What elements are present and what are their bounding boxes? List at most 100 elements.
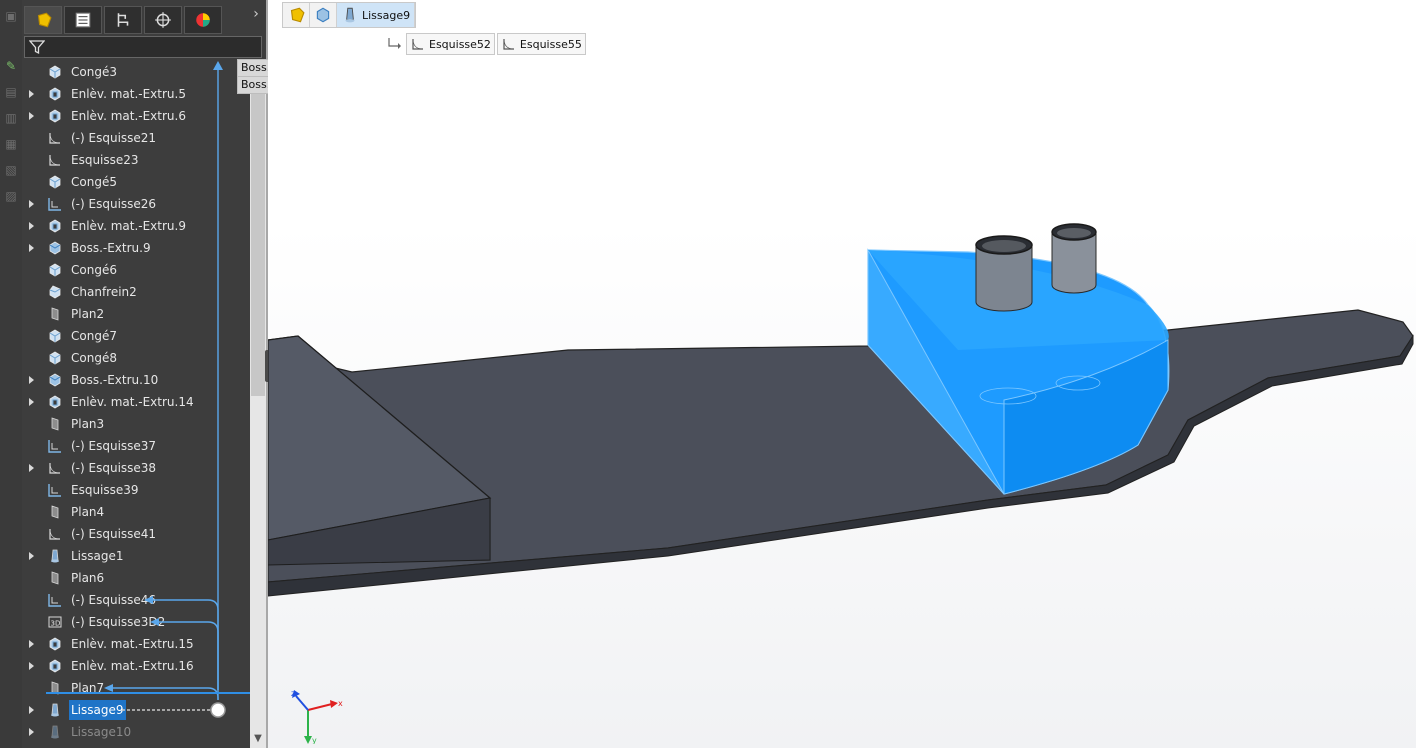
tree-item[interactable]: (-) Esquisse21 [22, 127, 250, 149]
tree-item[interactable]: Congé5 [22, 171, 250, 193]
sketch-icon [49, 132, 61, 144]
strip-tool-icon[interactable]: ▨ [3, 188, 19, 204]
display-manager-tab[interactable] [184, 6, 222, 34]
cut-icon [49, 87, 61, 101]
expand-arrow-icon[interactable] [29, 200, 34, 208]
tree-item[interactable]: (-) Esquisse46 [22, 589, 250, 611]
expand-arrow-icon[interactable] [29, 90, 34, 98]
strip-tool-icon[interactable]: ▧ [3, 162, 19, 178]
expand-arrow-icon[interactable] [29, 244, 34, 252]
sketch-icon [49, 154, 61, 166]
strip-tool-icon[interactable]: ▣ [3, 8, 19, 24]
tree-item[interactable]: Enlèv. mat.-Extru.9 [22, 215, 250, 237]
more-tabs-chevron-icon[interactable]: › [248, 0, 264, 28]
property-manager-tab[interactable] [64, 6, 102, 34]
sub-breadcrumb-item[interactable]: Esquisse55 [496, 33, 586, 55]
tree-item-label: (-) Esquisse26 [71, 197, 157, 211]
tree-item[interactable]: (-) Esquisse38 [22, 457, 250, 479]
tree-item[interactable]: 3D (-) Esquisse3D2 [22, 611, 250, 633]
tree-item[interactable]: (-) Esquisse26 [22, 193, 250, 215]
tree-item[interactable]: Congé8 [22, 347, 250, 369]
tree-scrollbar[interactable]: ▼ [250, 60, 266, 748]
sub-breadcrumb-item[interactable]: Esquisse52 [406, 33, 495, 55]
tree-item[interactable]: Congé7 [22, 325, 250, 347]
graphics-viewport[interactable]: Lissage9 Esquisse52 Esquisse55 z x y [268, 0, 1416, 748]
sketch-shared-icon [48, 440, 61, 453]
tree-item[interactable]: Boss.-Extru.10 [22, 369, 250, 391]
tree-item-label: Boss.-Extru.10 [71, 373, 159, 387]
expand-arrow-icon[interactable] [29, 398, 34, 406]
tree-item[interactable]: Plan4 [22, 501, 250, 523]
expand-arrow-icon[interactable] [29, 728, 34, 736]
x-axis [307, 703, 333, 711]
tree-item[interactable]: Congé3 [22, 61, 250, 83]
scrollbar-thumb[interactable] [251, 70, 265, 396]
expand-arrow-icon[interactable] [29, 706, 34, 714]
tree-item-label: Enlèv. mat.-Extru.9 [71, 219, 186, 233]
breadcrumb-item[interactable] [310, 3, 337, 27]
expand-arrow-icon[interactable] [29, 662, 34, 670]
tree-item[interactable]: Lissage10 [22, 721, 250, 743]
feature-manager-panel: › Congé3 Enlèv. mat.-Extru.5 Enlèv. mat.-E… [22, 0, 270, 748]
filter-icon[interactable] [29, 39, 45, 55]
expand-arrow-icon[interactable] [29, 552, 34, 560]
tree-item[interactable]: Congé6 [22, 259, 250, 281]
3d-model-view[interactable] [268, 0, 1416, 748]
tree-item[interactable]: Lissage9 [22, 699, 250, 721]
expand-arrow-icon[interactable] [29, 376, 34, 384]
tree-item-label: Lissage9 [69, 700, 126, 720]
tree-item[interactable]: Enlèv. mat.-Extru.16 [22, 655, 250, 677]
tree-item[interactable]: Enlèv. mat.-Extru.14 [22, 391, 250, 413]
tree-item[interactable]: Esquisse23 [22, 149, 250, 171]
feature-manager-icon [37, 12, 52, 28]
breadcrumb-item[interactable]: Lissage9 [337, 3, 416, 27]
fillet-icon [49, 263, 61, 277]
sketch-icon [503, 38, 514, 50]
tree-item[interactable]: (-) Esquisse41 [22, 523, 250, 545]
scroll-down-arrow-icon[interactable]: ▼ [250, 731, 266, 747]
tree-item[interactable]: Enlèv. mat.-Extru.15 [22, 633, 250, 655]
fillet-icon [49, 65, 61, 79]
configuration-manager-tab[interactable] [104, 6, 142, 34]
strip-tool-icon[interactable]: ▦ [3, 136, 19, 152]
sub-breadcrumb-label: Esquisse55 [519, 37, 582, 51]
sketch-icon [412, 38, 424, 50]
tree-item-label: Congé8 [71, 351, 117, 365]
rollback-bar[interactable] [46, 692, 270, 694]
strip-sketch-icon[interactable]: ✎ [3, 58, 19, 74]
tree-item[interactable]: Plan7 [22, 677, 250, 699]
dimxpert-icon [155, 12, 171, 28]
tree-item-label: Congé5 [71, 175, 117, 189]
tree-item[interactable]: Plan3 [22, 413, 250, 435]
feature-manager-tab[interactable] [24, 6, 62, 34]
part-icon [290, 7, 305, 23]
tree-filter-bar[interactable] [24, 36, 262, 58]
tree-item[interactable]: Lissage1 [22, 545, 250, 567]
expand-arrow-icon[interactable] [29, 112, 34, 120]
expand-arrow-icon[interactable] [29, 640, 34, 648]
tree-item-label: Plan4 [71, 505, 105, 519]
breadcrumb-item[interactable] [283, 3, 310, 27]
cylinder-right [1051, 223, 1097, 294]
dimxpert-manager-tab[interactable] [144, 6, 182, 34]
tree-item[interactable]: Enlèv. mat.-Extru.6 [22, 105, 250, 127]
strip-tool-icon[interactable]: ▥ [3, 110, 19, 126]
plane-icon [51, 417, 59, 431]
tree-item[interactable]: Plan2 [22, 303, 250, 325]
tree-item[interactable]: Plan6 [22, 567, 250, 589]
expand-arrow-icon[interactable] [29, 222, 34, 230]
tree-item[interactable]: (-) Esquisse37 [22, 435, 250, 457]
strip-tool-icon[interactable]: ▤ [3, 84, 19, 100]
tree-item[interactable]: Enlèv. mat.-Extru.5 [22, 83, 250, 105]
display-manager-icon [196, 13, 210, 27]
tree-item-label: (-) Esquisse38 [71, 461, 157, 475]
tree-item[interactable]: Boss.-Extru.9 [22, 237, 250, 259]
tree-item-label: Lissage10 [71, 725, 132, 739]
loft-icon [345, 7, 355, 23]
tree-item[interactable]: Esquisse39 [22, 479, 250, 501]
expand-arrow-icon[interactable] [29, 464, 34, 472]
plane-icon [51, 571, 59, 585]
cut-icon [49, 637, 61, 651]
tree-item[interactable]: Chanfrein2 [22, 281, 250, 303]
sketch-icon [49, 528, 61, 540]
